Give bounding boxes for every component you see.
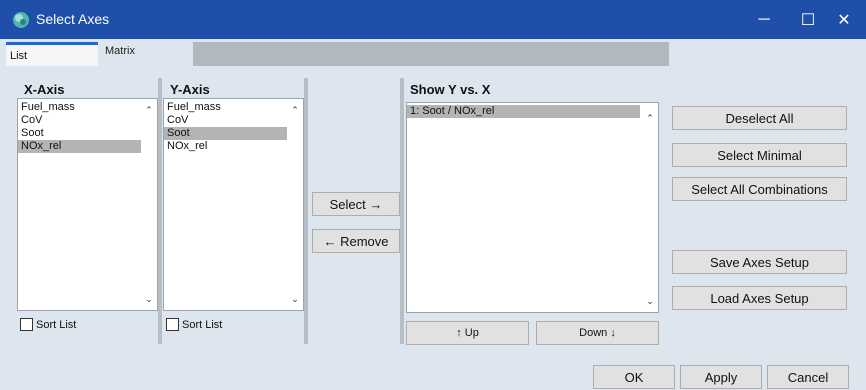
scroll-up-icon[interactable]: ⌃ [645,113,655,123]
list-item[interactable]: CoV [164,114,287,127]
tab-strip: List Matrix [0,42,866,66]
list-item[interactable]: NOx_rel [18,140,141,153]
save-axes-setup-button[interactable]: Save Axes Setup [672,250,847,274]
app-icon [13,12,29,28]
list-item[interactable]: 1: Soot / NOx_rel [407,105,640,118]
x-axis-header: X-Axis [24,82,65,97]
tab-strip-fill [193,42,669,66]
middle-show-divider[interactable] [400,78,404,344]
y-axis-list[interactable]: Fuel_mass CoV Soot NOx_rel ⌃ ⌄ [163,98,304,311]
scroll-up-icon[interactable]: ⌃ [144,105,154,115]
move-down-button[interactable]: Down ↓ [536,321,659,345]
list-item[interactable]: CoV [18,114,141,127]
select-axes-dialog: Select Axes ─ ☐ ✕ List Matrix X-Axis Fue… [0,0,866,390]
title-bar: Select Axes ─ ☐ ✕ [0,0,866,39]
tab-list[interactable]: List [6,42,98,66]
y-sort-checkbox[interactable] [166,318,179,331]
scroll-up-icon[interactable]: ⌃ [290,105,300,115]
y-middle-divider[interactable] [304,78,308,344]
list-item[interactable]: Soot [164,127,287,140]
y-sort-row[interactable]: Sort List [166,318,222,331]
cancel-button[interactable]: Cancel [767,365,849,389]
minimize-button[interactable]: ─ [742,0,786,39]
x-sort-row[interactable]: Sort List [20,318,76,331]
show-list[interactable]: 1: Soot / NOx_rel ⌃ ⌄ [406,102,659,313]
move-up-button[interactable]: ↑ Up [406,321,529,345]
load-axes-setup-button[interactable]: Load Axes Setup [672,286,847,310]
x-axis-list[interactable]: Fuel_mass CoV Soot NOx_rel ⌃ ⌄ [17,98,158,311]
y-sort-label: Sort List [182,318,223,331]
list-item[interactable]: Soot [18,127,141,140]
list-item[interactable]: NOx_rel [164,140,287,153]
select-minimal-button[interactable]: Select Minimal [672,143,847,167]
apply-button[interactable]: Apply [680,365,762,389]
tab-matrix[interactable]: Matrix [101,42,193,66]
scroll-down-icon[interactable]: ⌄ [144,294,154,304]
deselect-all-button[interactable]: Deselect All [672,106,847,130]
x-sort-label: Sort List [36,318,77,331]
scroll-down-icon[interactable]: ⌄ [290,294,300,304]
remove-button[interactable]: ← Remove [312,229,400,253]
x-y-divider[interactable] [158,78,162,344]
ok-button[interactable]: OK [593,365,675,389]
scroll-down-icon[interactable]: ⌄ [645,296,655,306]
x-sort-checkbox[interactable] [20,318,33,331]
select-all-combinations-button[interactable]: Select All Combinations [672,177,847,201]
close-button[interactable]: ✕ [822,0,866,39]
window-title: Select Axes [36,11,110,27]
y-axis-header: Y-Axis [170,82,210,97]
show-header: Show Y vs. X [410,82,491,97]
list-item[interactable]: Fuel_mass [18,101,141,114]
list-item[interactable]: Fuel_mass [164,101,287,114]
select-button[interactable]: Select → [312,192,400,216]
